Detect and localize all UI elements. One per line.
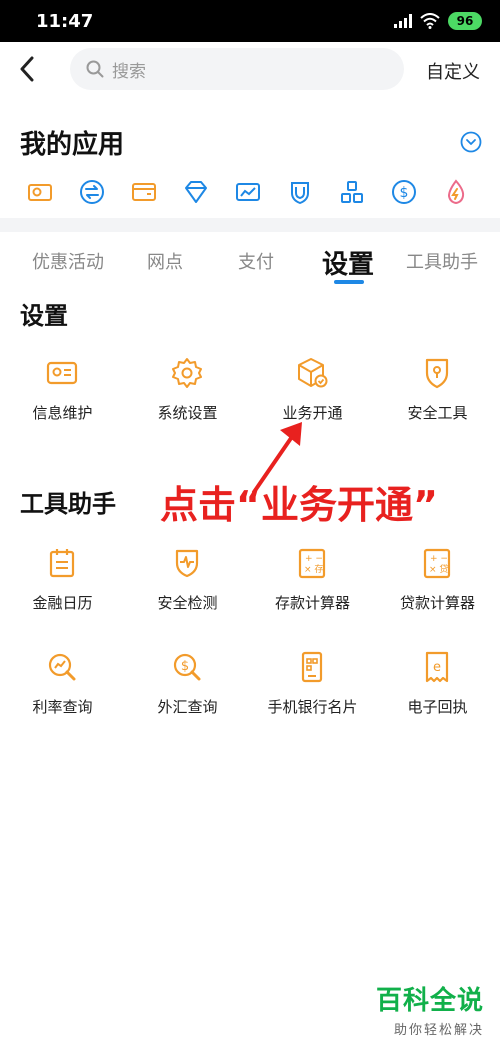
- tab-settings[interactable]: 设置: [322, 244, 374, 281]
- svg-text:+ −: + −: [305, 554, 323, 564]
- currency-search-icon: $: [173, 653, 201, 681]
- top-bar: 搜索 自定义: [0, 42, 500, 98]
- info-maintenance-item[interactable]: 信息维护: [0, 356, 125, 436]
- annotation-text: 点击“业务开通”: [160, 483, 438, 527]
- item-label: 金融日历: [32, 594, 93, 612]
- rate-search-icon: [48, 653, 76, 681]
- diamond-icon[interactable]: [182, 178, 210, 206]
- transfer-icon[interactable]: [78, 178, 106, 206]
- mobile-bank-card-item[interactable]: 手机银行名片: [250, 650, 375, 730]
- forex-inquiry-item[interactable]: $ 外汇查询: [125, 650, 250, 730]
- wallet-icon[interactable]: [130, 178, 158, 206]
- svg-text:e: e: [433, 660, 441, 675]
- tools-section-title: 工具助手: [20, 490, 116, 518]
- svg-text:× 贷: × 贷: [429, 563, 448, 575]
- svg-text:$: $: [181, 659, 189, 674]
- item-label: 利率查询: [32, 698, 93, 716]
- watermark: 百科全说 助你轻松解决: [376, 980, 484, 1038]
- search-input[interactable]: 搜索: [70, 48, 404, 90]
- tab-tools[interactable]: 工具助手: [406, 248, 478, 274]
- deposit-calculator-item[interactable]: + − × 存 存款计算器: [250, 546, 375, 626]
- my-apps-title: 我的应用: [20, 130, 125, 160]
- svg-text:× 存: × 存: [304, 563, 323, 575]
- search-icon: [86, 60, 104, 78]
- wifi-icon: [420, 13, 440, 29]
- chevron-left-icon: [20, 56, 34, 82]
- status-icons: 96: [394, 12, 482, 30]
- status-bar: 11:47 96: [0, 0, 500, 42]
- signal-icon: [394, 14, 412, 28]
- item-label: 存款计算器: [274, 594, 350, 612]
- watermark-title: 百科全说: [375, 986, 484, 1016]
- svg-text:$: $: [400, 185, 409, 201]
- e-receipt-item[interactable]: e 电子回执: [375, 650, 500, 730]
- gear-icon: [172, 358, 202, 388]
- settings-section-title: 设置: [20, 302, 68, 330]
- tab-payment[interactable]: 支付: [238, 248, 274, 274]
- item-label: 手机银行名片: [267, 698, 358, 716]
- section-divider: [0, 218, 500, 232]
- item-label: 外汇查询: [157, 698, 218, 716]
- security-check-item[interactable]: 安全检测: [125, 546, 250, 626]
- customize-button[interactable]: 自定义: [426, 58, 480, 84]
- item-label: 系统设置: [157, 404, 218, 422]
- svg-text:+ −: + −: [430, 554, 448, 564]
- dollar-icon[interactable]: $: [390, 178, 418, 206]
- item-label: 安全工具: [407, 404, 468, 422]
- rate-inquiry-item[interactable]: 利率查询: [0, 650, 125, 730]
- pulse-shield-icon: [175, 549, 199, 578]
- item-label: 安全检测: [157, 594, 218, 612]
- battery-indicator: 96: [448, 12, 482, 30]
- item-label: 信息维护: [32, 404, 93, 422]
- watermark-subtitle: 助你轻松解决: [393, 1023, 484, 1038]
- card-icon[interactable]: [26, 178, 54, 206]
- category-tabs: 优惠活动 网点 支付 设置 工具助手: [0, 232, 500, 290]
- calculator-loan-icon: + − × 贷: [423, 548, 451, 579]
- my-apps-row: $: [26, 178, 466, 208]
- item-label: 电子回执: [407, 698, 468, 716]
- status-time: 11:47: [36, 11, 94, 32]
- back-button[interactable]: [14, 54, 40, 84]
- receipt-icon: e: [425, 651, 449, 683]
- search-placeholder: 搜索: [112, 61, 146, 82]
- security-tools-item[interactable]: 安全工具: [375, 356, 500, 436]
- tab-outlets[interactable]: 网点: [147, 248, 183, 274]
- shield-icon[interactable]: [286, 178, 314, 206]
- financial-calendar-item[interactable]: 金融日历: [0, 546, 125, 626]
- phone-card-icon: [301, 651, 323, 683]
- cube-check-icon: [298, 358, 328, 388]
- system-settings-item[interactable]: 系统设置: [125, 356, 250, 436]
- loan-calculator-item[interactable]: + − × 贷 贷款计算器: [375, 546, 500, 626]
- calculator-deposit-icon: + − × 存: [298, 548, 326, 579]
- flame-icon[interactable]: [442, 178, 470, 206]
- calendar-icon: [49, 549, 75, 578]
- chart-card-icon[interactable]: [234, 178, 262, 206]
- chevron-down-circle-icon[interactable]: [460, 131, 482, 153]
- item-label: 贷款计算器: [399, 594, 475, 612]
- blocks-icon[interactable]: [338, 178, 366, 206]
- active-tab-indicator: [334, 280, 364, 284]
- security-shield-icon: [425, 358, 449, 389]
- tab-promotions[interactable]: 优惠活动: [32, 248, 104, 274]
- id-card-icon: [46, 361, 78, 385]
